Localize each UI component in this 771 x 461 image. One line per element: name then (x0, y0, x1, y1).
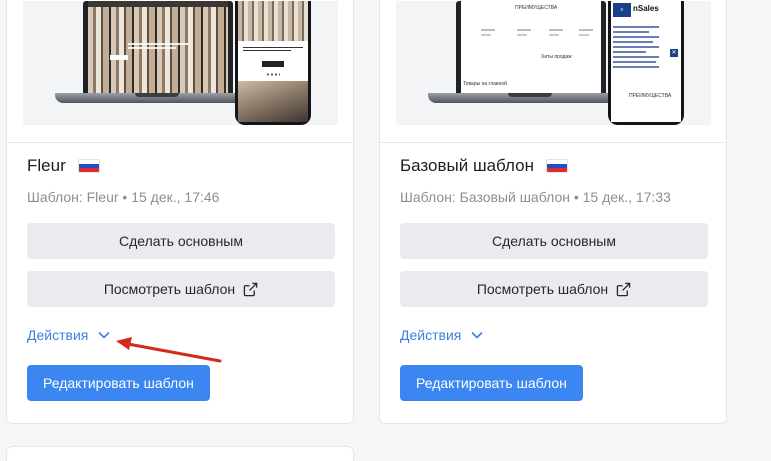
phone-mockup: ≡ nSales ✕ ПРЕИМУЩЕСТВА (608, 1, 684, 125)
make-default-label: Сделать основным (118, 233, 243, 249)
actions-dropdown[interactable]: Действия (400, 325, 483, 345)
template-title: Fleur (27, 156, 66, 175)
actions-label: Действия (27, 327, 89, 343)
chevron-down-icon (98, 331, 110, 339)
template-preview (7, 0, 353, 143)
template-card-fleur: Fleur Шаблон: Fleur • 15 дек., 17:46 Сде… (6, 0, 354, 424)
preview-phone-advantages-text: ПРЕИМУЩЕСТВА (629, 93, 672, 99)
edit-template-button[interactable]: Редактировать шаблон (400, 365, 583, 401)
external-link-icon (616, 282, 631, 296)
template-meta: Шаблон: Fleur • 15 дек., 17:46 (27, 189, 220, 205)
make-default-button[interactable]: Сделать основным (400, 223, 708, 259)
template-preview: ПРЕИМУЩЕСТВА Хиты продаж Товары на главн… (380, 0, 726, 143)
view-template-button[interactable]: Посмотреть шаблон (400, 271, 708, 307)
laptop-mockup: ПРЕИМУЩЕСТВА Хиты продаж Товары на главн… (456, 1, 606, 97)
preview-image (23, 1, 338, 125)
laptop-mockup (83, 1, 233, 97)
template-meta: Шаблон: Базовый шаблон • 15 дек., 17:33 (400, 189, 671, 205)
russia-flag-icon (77, 159, 100, 173)
make-default-label: Сделать основным (491, 233, 616, 249)
russia-flag-icon (545, 159, 568, 173)
view-template-label: Посмотреть шаблон (103, 281, 236, 297)
view-template-button[interactable]: Посмотреть шаблон (27, 271, 335, 307)
template-title: Базовый шаблон (400, 156, 534, 175)
preview-image: ПРЕИМУЩЕСТВА Хиты продаж Товары на главн… (396, 1, 711, 125)
template-card-partial (6, 446, 354, 461)
external-link-icon (243, 282, 258, 296)
actions-label: Действия (400, 327, 462, 343)
edit-template-button[interactable]: Редактировать шаблон (27, 365, 210, 401)
view-template-label: Посмотреть шаблон (476, 281, 609, 297)
actions-dropdown[interactable]: Действия (27, 325, 110, 345)
template-card-base: ПРЕИМУЩЕСТВА Хиты продаж Товары на главн… (379, 0, 727, 424)
edit-template-label: Редактировать шаблон (43, 375, 194, 391)
preview-hits-text: Хиты продаж (541, 54, 572, 60)
edit-template-label: Редактировать шаблон (416, 375, 567, 391)
make-default-button[interactable]: Сделать основным (27, 223, 335, 259)
chevron-down-icon (471, 331, 483, 339)
preview-advantages-text: ПРЕИМУЩЕСТВА (515, 5, 558, 11)
preview-new-products-text: Товары на главной (463, 81, 507, 87)
preview-phone-brand: nSales (633, 4, 659, 13)
phone-mockup (235, 1, 311, 125)
